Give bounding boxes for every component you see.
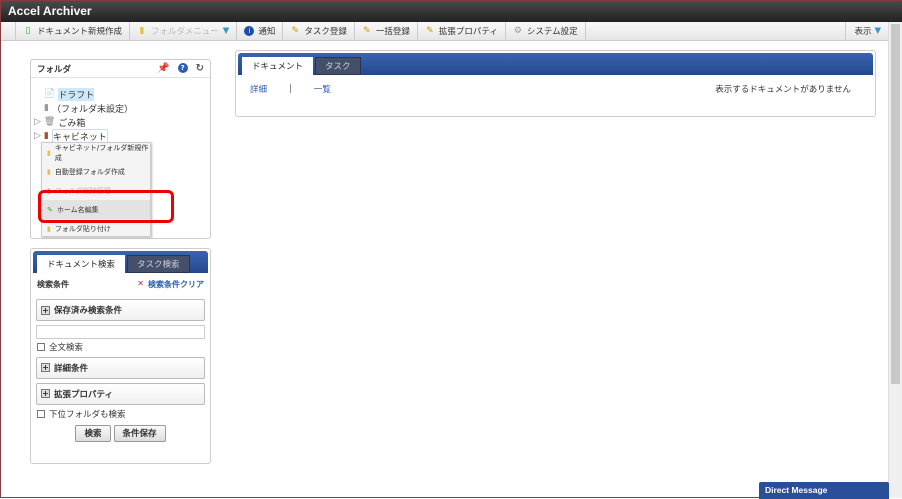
gear-icon: ⚙ <box>513 26 522 36</box>
task-register-button[interactable]: ✎ タスク登録 <box>282 21 354 41</box>
folder-menu-button[interactable]: ▮ フォルダメニュー ▼ <box>129 21 236 41</box>
tab-task[interactable]: タスク <box>315 57 361 75</box>
menu-item-new-cabinet[interactable]: ▮ キャビネット/フォルダ新規作成 <box>42 143 150 162</box>
search-button[interactable]: 検索 <box>75 424 111 442</box>
saved-criteria-section[interactable]: + 保存済み検索条件 <box>36 299 205 321</box>
document-panel: ドキュメント タスク 詳細 | 一覧 表示するドキュメントがありません <box>235 50 876 117</box>
help-icon[interactable]: ? <box>177 63 188 73</box>
chevron-down-icon: ▼ <box>874 26 881 36</box>
plus-icon: + <box>41 363 50 372</box>
folder-auto-icon: ▮ <box>47 167 51 176</box>
list-view-link[interactable]: 一覧 <box>314 83 331 95</box>
expand-icon[interactable]: ▷ <box>34 131 41 141</box>
new-document-icon: ▯ <box>25 26 31 36</box>
folder-panel-title: フォルダ <box>37 64 72 75</box>
bulk-register-button[interactable]: ✎ 一括登録 <box>353 21 417 41</box>
app-title: Accel Archiver <box>1 1 902 22</box>
document-gray-icon: ▮ <box>44 103 49 113</box>
detail-view-link[interactable]: 詳細 <box>250 83 267 95</box>
pencil-add-icon: ✎ <box>426 26 434 36</box>
pencil-add-icon: ✎ <box>291 26 300 36</box>
plus-icon: + <box>41 305 50 315</box>
expand-icon[interactable]: ▷ <box>34 117 41 127</box>
refresh-icon[interactable]: ↻ <box>196 63 204 74</box>
document-icon: 📄 <box>44 89 56 99</box>
clear-criteria-link[interactable]: ✕ 検索条件クリア <box>137 279 204 290</box>
folder-icon: ▮ <box>139 26 145 36</box>
view-menu-button[interactable]: 表示 ▼ <box>845 21 889 41</box>
scrollbar[interactable] <box>888 22 902 498</box>
menu-item-auto-folder[interactable]: ▮ 自動登録フォルダ作成 <box>42 162 150 181</box>
highlight-box <box>38 190 174 223</box>
pin-icon[interactable]: 📌 <box>157 63 169 74</box>
trash-icon: 🗑 <box>43 117 56 127</box>
tree-item-cabinet[interactable]: ▷ ▮ キャビネット <box>34 128 133 144</box>
cabinet-icon: ▮ <box>43 131 49 141</box>
clear-icon: ✕ <box>137 278 144 288</box>
fulltext-checkbox[interactable]: 全文検索 <box>37 340 210 354</box>
tab-document[interactable]: ドキュメント <box>242 57 314 75</box>
detail-criteria-section[interactable]: + 詳細条件 <box>36 356 205 379</box>
direct-message-bar[interactable]: Direct Message <box>759 482 889 499</box>
subfolder-checkbox[interactable]: 下位フォルダも検索 <box>37 407 210 421</box>
tab-task-search[interactable]: タスク検索 <box>127 255 190 273</box>
tab-document-search[interactable]: ドキュメント検索 <box>37 255 126 273</box>
pencil-add-icon: ✎ <box>363 26 371 36</box>
extended-property-button[interactable]: ✎ 拡張プロパティ <box>416 21 505 41</box>
system-settings-button[interactable]: ⚙ システム設定 <box>504 21 586 41</box>
extended-property-section[interactable]: + 拡張プロパティ <box>36 382 205 405</box>
separator: | <box>289 84 292 94</box>
tree-item-unset[interactable]: ▮ （フォルダ未設定） <box>34 101 133 115</box>
chevron-down-icon: ▼ <box>222 26 230 36</box>
folder-add-icon: ▮ <box>47 148 51 157</box>
criteria-label: 検索条件 <box>37 279 69 289</box>
new-document-button[interactable]: ▯ ドキュメント新規作成 <box>15 21 129 41</box>
tree-item-trash[interactable]: ▷ 🗑 ごみ箱 <box>34 115 133 129</box>
empty-message: 表示するドキュメントがありません <box>715 85 851 95</box>
search-panel: ドキュメント検索 タスク検索 検索条件 ✕ 検索条件クリア + 保存済み検索条件 全… <box>30 248 211 464</box>
tree-item-draft[interactable]: 📄 ドラフト <box>34 87 133 101</box>
save-criteria-button[interactable]: 条件保存 <box>113 424 166 442</box>
paste-icon: ▮ <box>47 224 51 233</box>
saved-criteria-input[interactable] <box>36 325 205 339</box>
toolbar: ▯ ドキュメント新規作成 ▮ フォルダメニュー ▼ i 通知 ✎ タスク登録 ✎ 一括登録 … <box>1 21 889 41</box>
info-icon: i <box>244 26 255 36</box>
plus-icon: + <box>41 389 50 398</box>
notify-button[interactable]: i 通知 <box>236 21 282 41</box>
